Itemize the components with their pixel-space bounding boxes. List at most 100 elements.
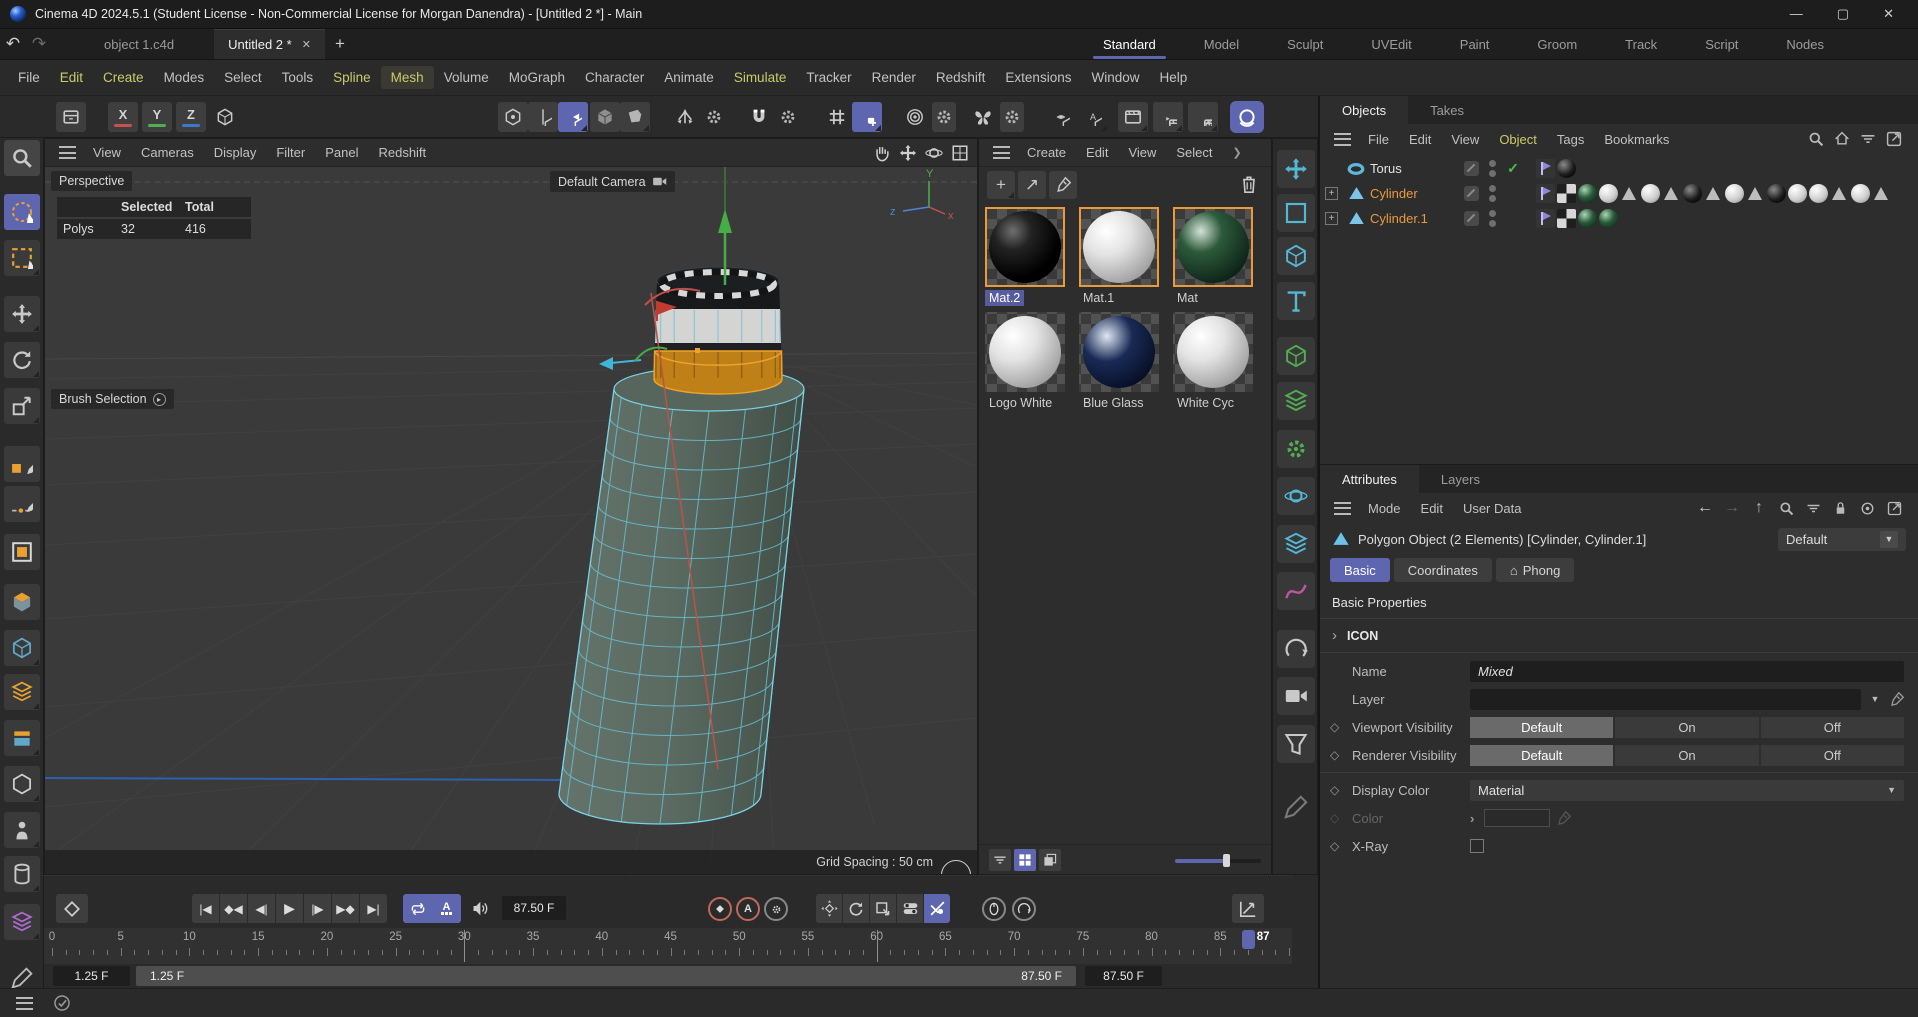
bend-deformer-tool[interactable] [4, 904, 40, 940]
tag-triangle-icon[interactable] [1830, 184, 1849, 203]
viewport-menu-panel[interactable]: Panel [316, 142, 367, 163]
tag-sphere-white-icon[interactable] [1809, 184, 1828, 203]
materials-menu-edit[interactable]: Edit [1077, 142, 1117, 163]
expand-toggle[interactable]: + [1325, 212, 1338, 225]
key-parameter-button[interactable] [897, 894, 923, 923]
material-name[interactable]: Mat.2 [985, 290, 1024, 306]
undo-button[interactable]: ↶ [0, 29, 26, 59]
menu-item[interactable]: Extensions [995, 66, 1081, 89]
platonic-tool[interactable] [4, 630, 40, 666]
material-name[interactable]: White Cyc [1173, 395, 1238, 411]
gizmo-options-icon[interactable] [670, 102, 700, 132]
object-row[interactable]: +Cylinder [1320, 181, 1918, 206]
objects-menu-item[interactable]: Bookmarks [1595, 129, 1678, 150]
play-button[interactable]: ▶ [276, 894, 303, 923]
objects-menu-item[interactable]: View [1442, 129, 1488, 150]
layout-tab[interactable]: Paint [1436, 29, 1514, 59]
material-item[interactable]: White Cyc [1173, 312, 1267, 411]
camera-swap-icon[interactable] [652, 174, 667, 189]
tag-triangle-icon[interactable] [1620, 184, 1639, 203]
renderer-visibility-default[interactable]: Default [1470, 745, 1613, 766]
tag-triangle-icon[interactable] [1872, 184, 1891, 203]
viewport-menu-redshift[interactable]: Redshift [369, 142, 435, 163]
redo-button[interactable]: ↷ [26, 29, 52, 59]
object-name[interactable]: Cylinder [1370, 186, 1458, 201]
menu-item[interactable]: Volume [434, 66, 499, 89]
key-rotation-button[interactable] [870, 894, 896, 923]
tab-phong[interactable]: ⌂Phong [1496, 558, 1574, 582]
layer-chip[interactable] [1464, 211, 1479, 226]
layout-tab[interactable]: Standard [1079, 29, 1180, 59]
spline-pen-tool[interactable] [4, 486, 40, 522]
materials-menu-select[interactable]: Select [1167, 142, 1221, 163]
menu-item[interactable]: Render [862, 66, 926, 89]
popout-icon[interactable] [1884, 129, 1904, 149]
materials-menu-icon[interactable] [993, 146, 1010, 159]
popout-icon[interactable] [1884, 498, 1904, 518]
document-tab[interactable]: object 1.c4d [90, 29, 188, 59]
material-thumbnail[interactable] [1079, 312, 1159, 392]
objects-menu-item[interactable]: Edit [1400, 129, 1440, 150]
toggle-views-icon[interactable] [951, 144, 969, 162]
autokeying-button[interactable]: A [736, 897, 760, 921]
goto-end-button[interactable]: ▶| [360, 894, 387, 923]
target-icon[interactable] [1857, 498, 1877, 518]
gizmo-settings-icon[interactable] [702, 102, 726, 132]
material-thumbnail[interactable] [985, 312, 1065, 392]
pan-hand-icon[interactable] [873, 144, 891, 162]
list-view-icon[interactable] [989, 849, 1011, 871]
cube-primitive-tool[interactable] [4, 584, 40, 620]
plane-tool[interactable] [4, 766, 40, 802]
cylinder1-object[interactable] [654, 267, 782, 394]
layout-tab[interactable]: UVEdit [1347, 29, 1435, 59]
edges-mode-button[interactable] [528, 102, 558, 132]
symmetry-icon[interactable] [900, 102, 930, 132]
tag-flag-icon[interactable] [1536, 159, 1555, 178]
menu-item[interactable]: Edit [50, 66, 93, 89]
live-selection-tool[interactable] [4, 194, 40, 230]
objects-menu-item[interactable]: Object [1490, 129, 1546, 150]
objects-menu-icon[interactable] [1334, 133, 1351, 146]
volume-mode-button[interactable] [590, 102, 620, 132]
cube-primitive-tool[interactable] [1277, 237, 1315, 275]
spline-dynamics-tool[interactable] [1277, 572, 1315, 610]
camera-object-tool[interactable] [1277, 677, 1315, 715]
menu-item[interactable]: Character [575, 66, 654, 89]
viewport-visibility-default[interactable]: Default [1470, 717, 1613, 738]
keyframe-button[interactable] [56, 894, 88, 923]
tag-triangle-icon[interactable] [1662, 184, 1681, 203]
tag-triangle-icon[interactable] [1746, 184, 1765, 203]
viewport-canvas[interactable]: Y x z Perspective Default Camera Selecte… [45, 167, 977, 874]
text-tool[interactable] [1277, 282, 1315, 320]
material-thumbnail[interactable] [1173, 312, 1253, 392]
collider-tool[interactable] [1277, 382, 1315, 420]
tag-sphere-white-icon[interactable] [1788, 184, 1807, 203]
grid-icon[interactable] [822, 102, 852, 132]
render-view-button[interactable] [1118, 102, 1148, 132]
quantize-grid-button[interactable] [852, 102, 882, 132]
workplane-box-icon[interactable] [56, 102, 86, 132]
range-end-field[interactable]: 87.50 F [1085, 966, 1162, 986]
panel-tab[interactable]: Objects [1320, 96, 1408, 124]
tag-sphere-white-icon[interactable] [1641, 184, 1660, 203]
status-menu-icon[interactable] [16, 997, 33, 1010]
snap-icon[interactable] [744, 102, 774, 132]
grid-view-icon[interactable] [1014, 849, 1036, 871]
xray-checkbox[interactable] [1470, 839, 1484, 853]
object-name[interactable]: Cylinder.1 [1370, 211, 1458, 226]
tag-sphere-black-icon[interactable] [1557, 159, 1576, 178]
navigation-ball-icon[interactable] [941, 860, 971, 874]
x-axis-lock-button[interactable]: X [108, 102, 138, 132]
load-material-button[interactable]: ↗ [1018, 171, 1046, 199]
visibility-dots[interactable] [1489, 160, 1496, 177]
tag-sphere-green-icon[interactable] [1578, 184, 1597, 203]
viewport-menu-display[interactable]: Display [205, 142, 266, 163]
edit-pencil-tool[interactable] [1277, 788, 1315, 826]
stage-tool[interactable] [1277, 725, 1315, 763]
viewport-menu-view[interactable]: View [84, 142, 130, 163]
menu-item[interactable]: Animate [654, 66, 724, 89]
icon-section-header[interactable]: ›ICON [1320, 619, 1918, 653]
display-color-dropdown[interactable]: Material▼ [1470, 780, 1904, 801]
menu-item[interactable]: Create [93, 66, 154, 89]
close-tab-icon[interactable]: ✕ [302, 38, 311, 51]
